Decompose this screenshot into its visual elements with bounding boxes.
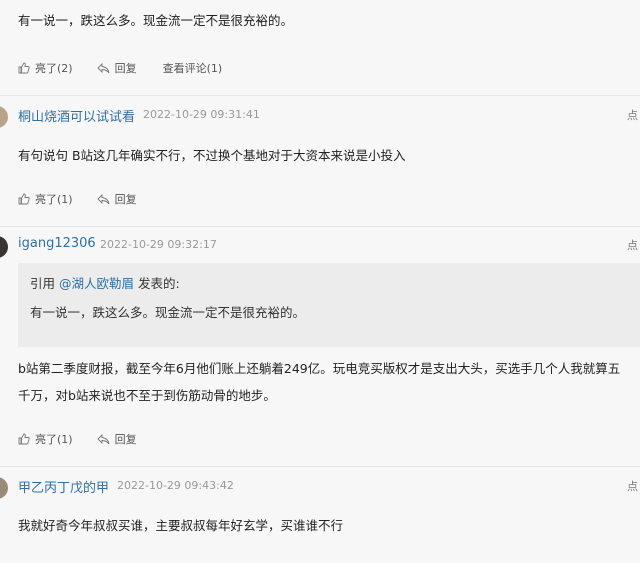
like-button[interactable]: 亮了(1) [18, 431, 73, 447]
username[interactable]: 甲乙丙丁戊的甲 [18, 477, 109, 496]
comment-content-line-1: b站第二季度财报，截至今年6月他们账上还躺着249亿。玩电竞买版权才是支出大头，… [18, 361, 621, 376]
username[interactable]: igang12306 [18, 236, 96, 251]
comment-header: 桐山烧酒可以试试看 2022-10-29 09:31:41 点 [0, 106, 640, 128]
comment-content: 有一说一，跌这么多。现金流一定不是很充裕的。 [18, 13, 294, 28]
comment-content-line-2: 千万，对b站来说也不至于到伤筋动骨的地步。 [18, 388, 276, 403]
reply-button[interactable]: 回复 [96, 191, 137, 207]
quote-suffix: 发表的: [134, 276, 180, 291]
comment-actions: 亮了(2) 回复 查看评论(1) [18, 60, 246, 76]
divider [0, 95, 640, 96]
quote-username[interactable]: @湖人欧勒眉 [59, 276, 134, 291]
timestamp: 2022-10-29 09:43:42 [117, 479, 234, 492]
view-replies-link[interactable]: 查看评论(1) [163, 60, 223, 76]
username[interactable]: 桐山烧酒可以试试看 [18, 106, 135, 125]
avatar[interactable] [0, 106, 8, 128]
comment-header: 甲乙丙丁戊的甲 2022-10-29 09:43:42 点 [0, 477, 640, 499]
timestamp: 2022-10-29 09:32:17 [100, 238, 217, 251]
reply-icon [96, 62, 110, 73]
more-link[interactable]: 点 [627, 237, 638, 253]
divider [0, 466, 640, 467]
quote-block: 引用 @湖人欧勒眉 发表的: 有一说一，跌这么多。现金流一定不是很充裕的。 [18, 263, 640, 347]
quote-header: 引用 @湖人欧勒眉 发表的: [30, 273, 180, 292]
comment-actions: 亮了(1) 回复 [18, 191, 161, 207]
like-icon [18, 433, 30, 445]
reply-button[interactable]: 回复 [96, 431, 137, 447]
reply-button[interactable]: 回复 [96, 60, 137, 76]
quote-prefix: 引用 [30, 276, 59, 291]
like-button[interactable]: 亮了(1) [18, 191, 73, 207]
like-button[interactable]: 亮了(2) [18, 60, 73, 76]
quote-text: 有一说一，跌这么多。现金流一定不是很充裕的。 [30, 305, 306, 320]
avatar[interactable] [0, 477, 8, 499]
like-label: 亮了(2) [35, 62, 73, 75]
timestamp: 2022-10-29 09:31:41 [143, 108, 260, 121]
more-link[interactable]: 点 [627, 478, 638, 494]
avatar[interactable] [0, 236, 8, 258]
like-icon [18, 193, 30, 205]
comment-actions: 亮了(1) 回复 [18, 431, 161, 447]
more-link[interactable]: 点 [627, 107, 638, 123]
comment-content: 我就好奇今年叔叔买谁，主要叔叔每年好玄学，买谁谁不行 [18, 518, 344, 533]
reply-icon [96, 193, 110, 204]
comment-header: igang12306 2022-10-29 09:32:17 点 [0, 236, 640, 258]
like-icon [18, 62, 30, 74]
comment-content: 有句说句 B站这几年确实不行，不过换个基地对于大资本来说是小投入 [18, 148, 406, 163]
reply-label: 回复 [114, 193, 137, 206]
reply-icon [96, 433, 110, 444]
like-label: 亮了(1) [35, 433, 73, 446]
divider [0, 226, 640, 227]
reply-label: 回复 [114, 433, 137, 446]
like-label: 亮了(1) [35, 193, 73, 206]
view-replies-label: 查看评论(1) [162, 62, 223, 75]
reply-label: 回复 [114, 62, 137, 75]
